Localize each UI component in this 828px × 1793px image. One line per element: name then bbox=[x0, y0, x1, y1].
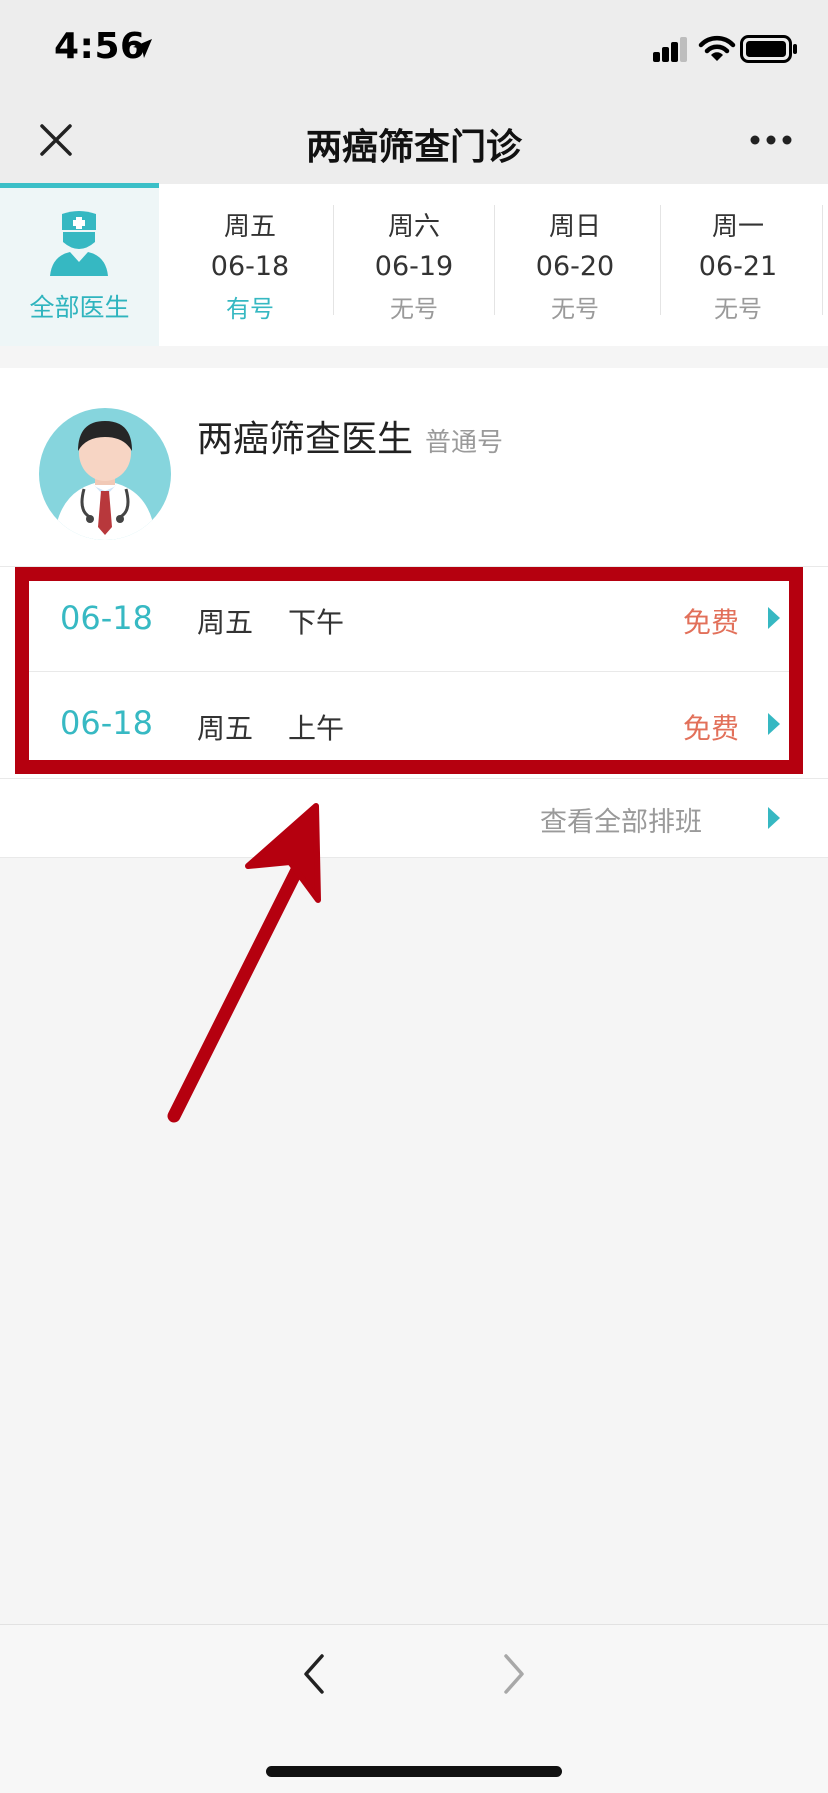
day-weekday: 周六 bbox=[387, 212, 440, 242]
day-availability: 无号 bbox=[714, 295, 762, 323]
day-tab-0618[interactable]: 周五 06-18 有号 bbox=[170, 184, 330, 346]
chevron-right-icon bbox=[768, 807, 780, 829]
day-date: 06-18 bbox=[210, 251, 290, 282]
day-weekday: 周五 bbox=[223, 212, 276, 242]
view-all-schedule-label: 查看全部排班 bbox=[540, 807, 702, 838]
row-divider bbox=[0, 778, 828, 779]
card-bottom-border bbox=[0, 857, 828, 858]
day-weekday: 周一 bbox=[711, 212, 764, 242]
day-date: 06-20 bbox=[535, 251, 615, 282]
day-weekday: 周日 bbox=[548, 212, 601, 242]
highlight-box-annotation bbox=[15, 567, 803, 774]
back-arrow-icon[interactable] bbox=[302, 1654, 326, 1694]
day-availability: 有号 bbox=[226, 295, 274, 323]
page-title: 两癌筛查门诊 bbox=[305, 127, 522, 168]
home-indicator bbox=[266, 1766, 562, 1777]
doctor-name: 两癌筛查医生 bbox=[197, 419, 414, 460]
cellular-signal-icon bbox=[653, 37, 687, 62]
active-tab-indicator bbox=[0, 183, 159, 188]
doctor-name-line: 两癌筛查医生 普通号 bbox=[197, 410, 503, 462]
day-date: 06-21 bbox=[698, 251, 778, 282]
day-tab-0619[interactable]: 周六 06-19 无号 bbox=[334, 184, 494, 346]
day-tab-0620[interactable]: 周日 06-20 无号 bbox=[495, 184, 655, 346]
forward-arrow-icon[interactable] bbox=[502, 1654, 526, 1694]
column-divider bbox=[822, 205, 823, 315]
all-doctors-label: 全部医生 bbox=[29, 293, 130, 322]
day-availability: 无号 bbox=[390, 295, 438, 323]
day-availability: 无号 bbox=[551, 295, 599, 323]
registration-type: 普通号 bbox=[425, 428, 504, 458]
location-arrow-icon bbox=[133, 39, 152, 58]
more-options-icon[interactable] bbox=[750, 132, 792, 148]
day-tab-0621[interactable]: 周一 06-21 无号 bbox=[658, 184, 818, 346]
day-date: 06-19 bbox=[374, 251, 454, 282]
doctor-avatar[interactable] bbox=[38, 407, 172, 541]
doctor-nurse-icon bbox=[50, 211, 108, 276]
battery-icon bbox=[740, 35, 797, 63]
wifi-icon bbox=[698, 35, 736, 61]
